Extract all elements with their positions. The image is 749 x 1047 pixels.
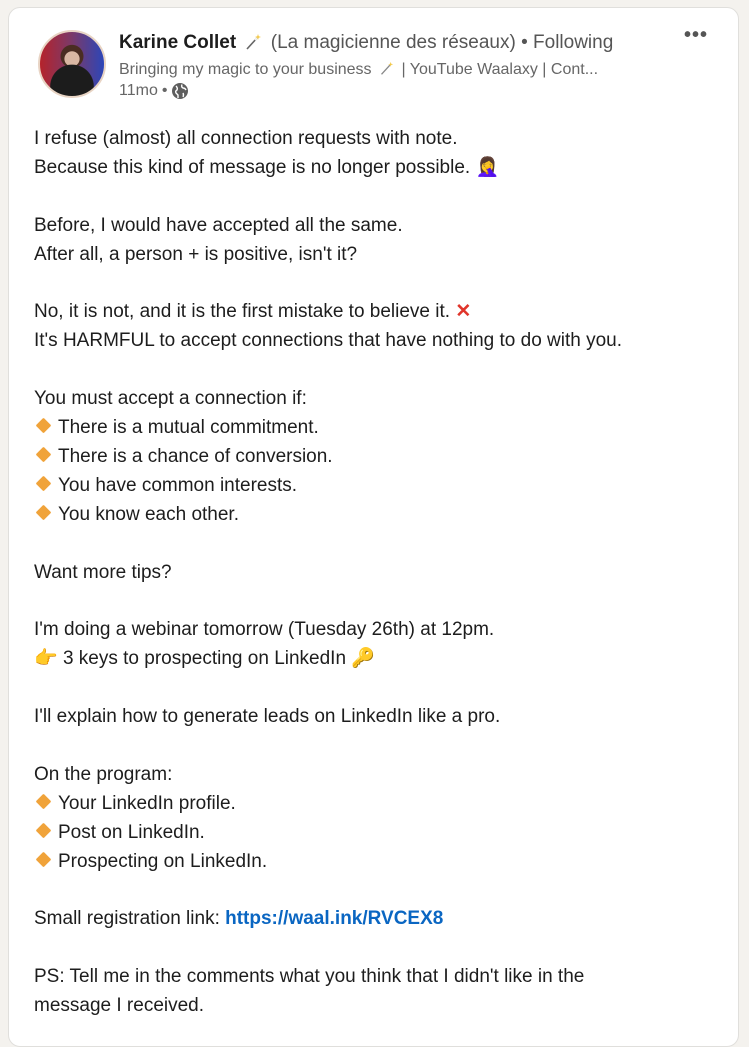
author-name[interactable]: Karine Collet <box>119 32 236 53</box>
post-line-text: No, it is not, and it is the first mista… <box>34 301 451 323</box>
avatar[interactable] <box>38 30 106 98</box>
post-line-text: Small registration link: <box>34 908 220 930</box>
post-line: On the program: <box>34 763 173 785</box>
magic-wand-icon <box>381 61 394 75</box>
post-line: I'll explain how to generate leads on Li… <box>34 706 501 728</box>
post-line: 👉 3 keys to prospecting on LinkedIn 🔑 <box>34 645 724 674</box>
pointing-hand-emoji-icon: 👉 <box>34 648 58 670</box>
criteria-text: You know each other. <box>58 503 239 525</box>
post-line: Small registration link: https://waal.in… <box>34 905 724 934</box>
post-line: I refuse (almost) all connection request… <box>34 128 458 149</box>
post-line: Want more tips? <box>34 561 172 583</box>
criteria-text: There is a mutual commitment. <box>58 417 319 439</box>
meta-separator: • <box>161 82 168 99</box>
program-text: Your LinkedIn profile. <box>58 792 236 814</box>
more-options-button[interactable]: ••• <box>684 24 708 47</box>
post-line: I'm doing a webinar tomorrow (Tuesday 26… <box>34 619 495 641</box>
post-line: Because this kind of message is no longe… <box>34 154 724 183</box>
post-line: After all, a person + is positive, isn't… <box>34 243 358 265</box>
program-text: Prospecting on LinkedIn. <box>58 850 268 872</box>
orange-diamond-icon <box>35 475 52 492</box>
orange-diamond-icon <box>35 504 52 521</box>
orange-diamond-icon <box>35 822 52 838</box>
orange-diamond-icon <box>35 851 52 867</box>
post-line: message I received. <box>34 995 205 1017</box>
facepalm-emoji-icon: 🤦‍♀️ <box>475 156 500 178</box>
magic-wand-icon <box>246 34 262 50</box>
post-line-text: Because this kind of message is no longe… <box>34 156 471 178</box>
program-text: Post on LinkedIn. <box>58 821 205 843</box>
program-item: Prospecting on LinkedIn. <box>34 848 724 877</box>
key-emoji-icon: 🔑 <box>351 648 375 670</box>
post-body: I refuse (almost) all connection request… <box>34 125 724 1021</box>
post-line: No, it is not, and it is the first mista… <box>34 298 724 327</box>
headline-text-suffix: | YouTube Waalaxy | Cont... <box>401 61 599 78</box>
post-line: Before, I would have accepted all the sa… <box>34 214 403 236</box>
headline-text: Bringing my magic to your business <box>119 61 372 78</box>
post-card: Karine Collet (La magicienne des réseaux… <box>8 7 739 1047</box>
criteria-item: You have common interests. <box>34 472 724 501</box>
post-line-text: 3 keys to prospecting on LinkedIn <box>62 648 347 670</box>
post-time[interactable]: 11mo <box>119 82 158 100</box>
criteria-item: You know each other. <box>34 501 724 530</box>
following-status[interactable]: Following <box>533 32 613 53</box>
post-line: It's HARMFUL to accept connections that … <box>34 330 623 352</box>
criteria-item: There is a mutual commitment. <box>34 414 724 443</box>
orange-diamond-icon <box>35 793 52 810</box>
orange-diamond-icon <box>35 446 52 463</box>
criteria-text: You have common interests. <box>58 474 298 496</box>
post-line: You must accept a connection if: <box>34 388 307 410</box>
program-item: Your LinkedIn profile. <box>34 790 724 819</box>
globe-icon <box>172 83 189 99</box>
criteria-text: There is a chance of conversion. <box>58 445 333 467</box>
cross-mark-icon: ✕ <box>455 301 472 323</box>
registration-link[interactable]: https://waal.ink/RVCEX8 <box>225 908 443 929</box>
criteria-item: There is a chance of conversion. <box>34 443 724 472</box>
program-item: Post on LinkedIn. <box>34 819 724 848</box>
orange-diamond-icon <box>35 417 52 434</box>
post-meta: 11mo • <box>119 82 189 100</box>
author-nickname: (La magicienne des réseaux) <box>270 32 516 53</box>
author-line: Karine Collet (La magicienne des réseaux… <box>119 30 613 54</box>
post-line: PS: Tell me in the comments what you thi… <box>34 966 585 988</box>
author-headline: Bringing my magic to your business | You… <box>119 59 598 79</box>
separator-dot: • <box>521 32 528 53</box>
